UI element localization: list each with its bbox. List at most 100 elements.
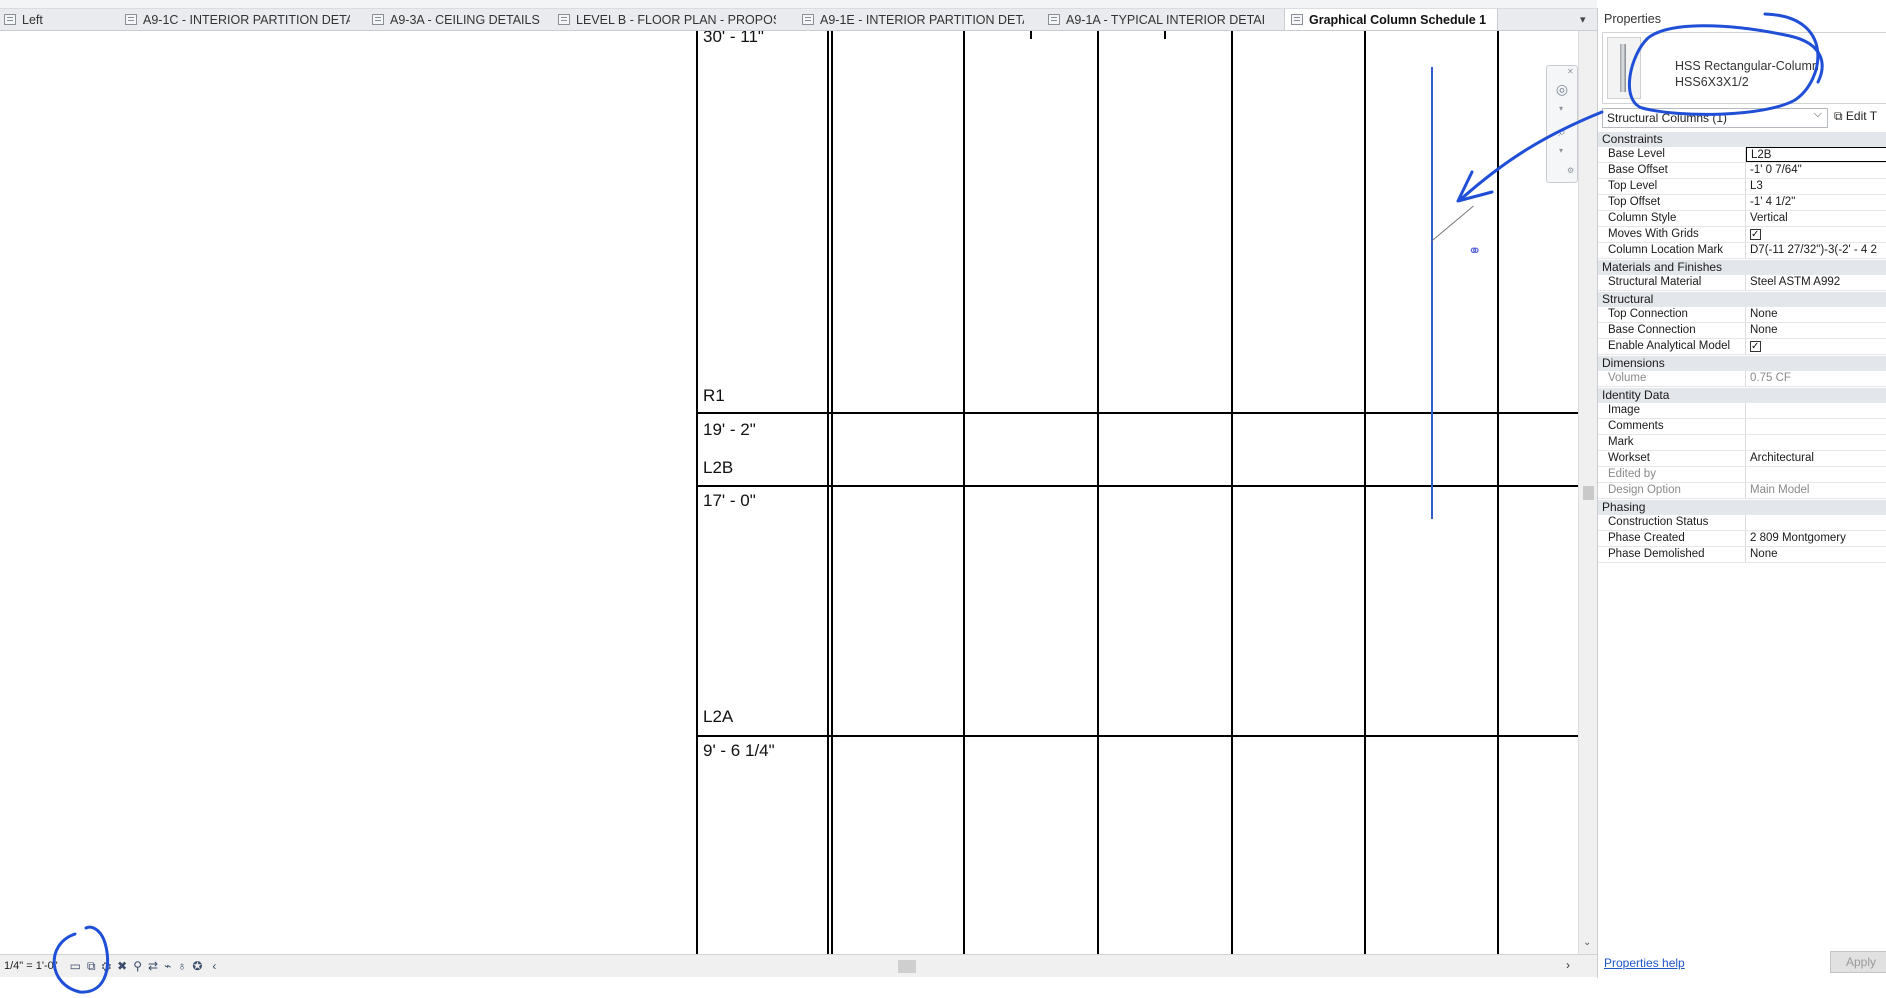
property-row: Workset Architectural	[1598, 451, 1886, 467]
property-label: Phase Created	[1598, 531, 1746, 546]
property-value[interactable]: -1' 0 7/64"	[1746, 163, 1886, 178]
property-label: Phase Demolished	[1598, 547, 1746, 562]
tab-a9-3a[interactable]: A9-3A - CEILING DETAILS	[372, 9, 544, 30]
zoom-region-icon[interactable]: ⌕	[1551, 120, 1573, 142]
view-control-bar: 1/4" = 1'-0" ▭ ⧉ ⛭ ✖ ⚲ ⇄ ⌁ ♁ ✪ ‹ ›	[0, 954, 1597, 977]
collapse-bar-icon[interactable]: ‹	[212, 959, 216, 973]
properties-title: Properties	[1604, 12, 1661, 26]
property-group-header[interactable]: Constraints	[1598, 131, 1886, 147]
scroll-down-arrow-icon[interactable]: ⌄	[1583, 937, 1591, 948]
crop-view-icon[interactable]: ⧉	[87, 959, 96, 974]
tab-a9-1c[interactable]: A9-1C - INTERIOR PARTITION DETA...	[125, 9, 350, 30]
edit-type-label: Edit T	[1845, 109, 1878, 123]
property-value[interactable]	[1746, 515, 1886, 530]
tab-label: A9-1E - INTERIOR PARTITION DETA...	[820, 12, 1024, 27]
property-row: Column Location Mark D7(-11 27/32")-3(-2'…	[1598, 243, 1886, 259]
property-label: Base Offset	[1598, 163, 1746, 178]
top-strip	[0, 0, 1597, 9]
property-value: 0.75 CF	[1750, 372, 1791, 384]
floor-plan-view-icon	[558, 14, 570, 25]
zoom-dropdown-icon[interactable]: ▾	[1559, 146, 1563, 155]
analytical-model-icon[interactable]: ⌁	[164, 959, 171, 973]
scroll-right-arrow-icon[interactable]: ›	[1566, 958, 1570, 972]
vertical-scrollbar[interactable]: ⌄	[1578, 31, 1598, 954]
property-group-header[interactable]: Dimensions	[1598, 355, 1886, 371]
property-row: Moves With Grids	[1598, 227, 1886, 243]
drawing-canvas[interactable]: 30' - 11" R1 19' - 2" L2B 17' - 0" L2A 9…	[0, 31, 1578, 954]
property-value[interactable]	[1746, 435, 1886, 450]
elevation-view-icon	[4, 14, 16, 25]
schedule-view-icon	[1291, 14, 1303, 25]
property-value[interactable]: Vertical	[1746, 211, 1886, 226]
property-value[interactable]	[1746, 227, 1886, 242]
properties-help-link[interactable]: Properties help	[1604, 956, 1685, 970]
property-row: Construction Status	[1598, 515, 1886, 531]
tab-graphical-column-schedule[interactable]: Graphical Column Schedule 1 ✕	[1284, 9, 1498, 30]
property-value[interactable]: None	[1746, 323, 1886, 338]
property-value[interactable]: None	[1746, 307, 1886, 322]
property-label: Top Connection	[1598, 307, 1746, 322]
tab-level-b[interactable]: LEVEL B - FLOOR PLAN - PROPOSED	[558, 9, 776, 30]
drafting-view-icon	[1048, 14, 1060, 25]
horizontal-scroll-thumb[interactable]	[898, 960, 916, 973]
constraint-icon[interactable]: ♁	[177, 959, 186, 973]
property-value[interactable]: L2B	[1746, 147, 1886, 162]
view-scale[interactable]: 1/4" = 1'-0"	[4, 960, 58, 972]
property-value[interactable]	[1746, 419, 1886, 434]
property-row: Base Level L2B	[1598, 147, 1886, 163]
dimension-label: 19' - 2"	[703, 420, 756, 439]
tab-list-dropdown-icon[interactable]: ▾	[1580, 13, 1586, 26]
worksharing-icon[interactable]: ⇄	[148, 959, 158, 973]
property-group-header[interactable]: Phasing	[1598, 499, 1886, 515]
property-row: Comments	[1598, 419, 1886, 435]
property-value[interactable]	[1746, 339, 1886, 354]
property-value[interactable]: D7(-11 27/32")-3(-2' - 4 2	[1746, 243, 1886, 258]
property-value[interactable]: Steel ASTM A992	[1746, 275, 1886, 290]
property-label: Image	[1598, 403, 1746, 418]
schedule-column-line	[831, 31, 833, 954]
tab-a9-1e[interactable]: A9-1E - INTERIOR PARTITION DETA...	[802, 9, 1024, 30]
navbar-options-icon[interactable]: ⚙	[1567, 166, 1574, 175]
schedule-column-line	[1497, 31, 1499, 954]
drafting-view-icon	[125, 14, 137, 25]
instance-filter-dropdown[interactable]: Structural Columns (1)	[1602, 108, 1828, 128]
view-frame-icon[interactable]: ▭	[70, 959, 81, 973]
property-label: Edited by	[1598, 467, 1746, 482]
tab-a9-1a[interactable]: A9-1A - TYPICAL INTERIOR DETAILS	[1048, 9, 1264, 30]
property-value[interactable]: 2 809 Montgomery	[1746, 531, 1886, 546]
property-row: Design Option Main Model	[1598, 483, 1886, 499]
vertical-scroll-thumb[interactable]	[1583, 486, 1594, 500]
temporary-hide-icon[interactable]: ✖	[117, 959, 127, 973]
hide-elements-icon[interactable]: ⛭	[102, 959, 112, 974]
column-location-marker-icon[interactable]: ⚭	[1468, 241, 1481, 261]
drafting-view-icon	[372, 14, 384, 25]
property-value[interactable]: None	[1746, 547, 1886, 562]
apply-button[interactable]: Apply	[1830, 951, 1886, 973]
property-value[interactable]: Architectural	[1746, 451, 1886, 466]
tab-label: Graphical Column Schedule 1	[1309, 12, 1487, 27]
selected-structural-column[interactable]	[1431, 67, 1433, 519]
bottom-strip	[0, 977, 1886, 998]
property-row: Structural Material Steel ASTM A992	[1598, 275, 1886, 291]
close-navbar-icon[interactable]: ✕	[1567, 67, 1574, 76]
property-label: Base Connection	[1598, 323, 1746, 338]
close-tab-icon[interactable]: ✕	[1496, 11, 1497, 29]
property-label: Volume	[1598, 371, 1746, 386]
property-value[interactable]: L3	[1746, 179, 1886, 194]
highlight-icon[interactable]: ✪	[192, 959, 202, 973]
tab-left[interactable]: Left	[4, 9, 114, 30]
wheel-dropdown-icon[interactable]: ▾	[1559, 104, 1563, 113]
type-selector[interactable]: HSS Rectangular-Column HSS6X3X1/2	[1602, 32, 1886, 104]
instance-filter-value: Structural Columns (1)	[1607, 111, 1728, 125]
steering-wheel-icon[interactable]: ◎	[1551, 78, 1573, 100]
property-checkbox[interactable]	[1750, 227, 1761, 242]
property-group-header[interactable]: Identity Data	[1598, 387, 1886, 403]
property-group-header[interactable]: Materials and Finishes	[1598, 259, 1886, 275]
property-value[interactable]: -1' 4 1/2"	[1746, 195, 1886, 210]
property-value[interactable]	[1746, 403, 1886, 418]
reveal-elements-icon[interactable]: ⚲	[133, 959, 142, 973]
property-group-header[interactable]: Structural	[1598, 291, 1886, 307]
edit-type-button[interactable]: ⧉ Edit T	[1834, 109, 1877, 124]
navigation-bar: ✕ ◎ ▾ ⌕ ▾ ⚙	[1546, 65, 1578, 183]
property-checkbox[interactable]	[1750, 339, 1761, 354]
